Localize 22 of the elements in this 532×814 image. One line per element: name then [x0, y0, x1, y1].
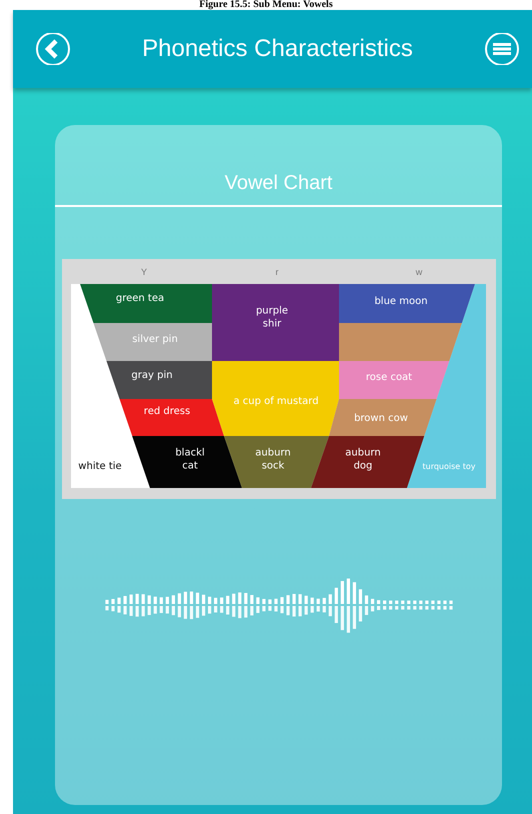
cell-label: purple shir: [255, 306, 288, 330]
column-label: r: [275, 267, 278, 277]
figure-caption: Figure 15.5: Sub Menu: Vowels: [198, 0, 334, 10]
cell-label: silver pin: [132, 334, 178, 345]
cell-label: green tea: [115, 293, 164, 304]
cell-label: gray pin: [130, 370, 172, 381]
cell-label: turquoise toy: [422, 462, 476, 471]
menu-icon[interactable]: [484, 33, 520, 65]
cell-label: rose coat: [365, 372, 412, 383]
cell-label: a cup of mustard: [232, 396, 318, 407]
cell-label: auburn sock: [254, 448, 290, 472]
column-label: w: [415, 267, 422, 277]
cell-label: auburn dog: [344, 448, 380, 472]
screen-title: Phonetics Characteristics: [141, 34, 414, 64]
cell-label: brown cow: [354, 413, 408, 424]
cell-label: red dress: [143, 406, 190, 417]
cell-label: blackl cat: [174, 448, 204, 472]
back-icon[interactable]: [35, 33, 71, 65]
cell-label: blue moon: [374, 296, 428, 307]
cell-label: white tie: [78, 461, 122, 472]
column-label: Y: [140, 267, 146, 277]
chart-title: Vowel Chart: [224, 171, 332, 195]
